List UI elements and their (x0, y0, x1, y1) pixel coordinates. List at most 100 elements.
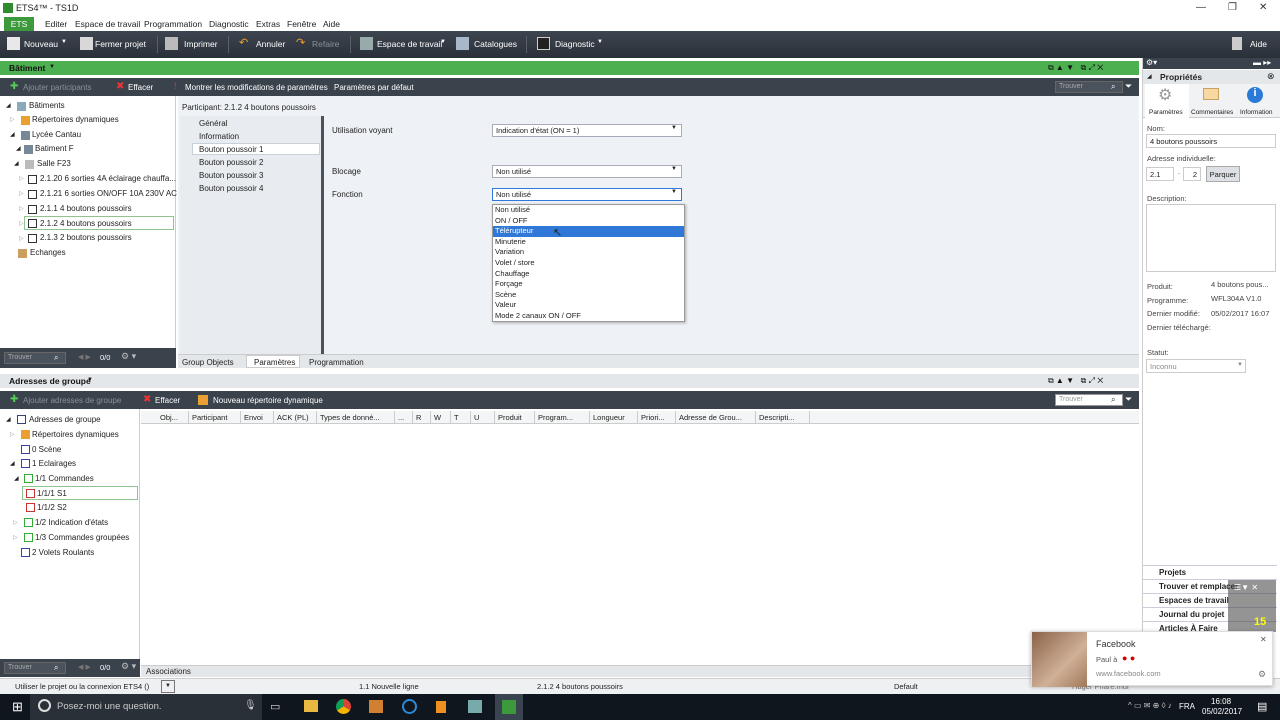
tab-parametres[interactable]: Paramètres (1149, 109, 1183, 116)
browser-icon[interactable] (402, 699, 417, 714)
diagnostic-button[interactable]: Diagnostic (555, 39, 595, 49)
settings-icon[interactable]: ⚙ ▾ (121, 351, 136, 362)
tree-item-batiment-f[interactable]: Batiment F (35, 144, 74, 153)
tree-item-commandes-groupees[interactable]: 1/3 Commandes groupées (35, 533, 129, 542)
option[interactable]: ON / OFF (493, 216, 684, 227)
park-button[interactable]: Parquer (1206, 166, 1240, 182)
tray-icons[interactable]: ^ ▭ ✉ ⊕ ◊ ♪ (1128, 701, 1172, 710)
close-icon[interactable]: ⊗ (1267, 71, 1275, 82)
col-r[interactable]: R (413, 411, 431, 423)
diagnostic-dropdown-icon[interactable]: ▼ (597, 39, 603, 45)
tree-item-commandes[interactable]: 1/1 Commandes (35, 474, 94, 483)
menu-extras[interactable]: Extras (256, 19, 280, 29)
tree-item-salle[interactable]: Salle F23 (37, 159, 71, 168)
ets-menu[interactable]: ETS (4, 17, 34, 31)
task-view-icon[interactable]: ▭ (270, 700, 280, 713)
col-priorite[interactable]: Priori... (638, 411, 676, 423)
new-dynamic-dir-button[interactable]: Nouveau répertoire dynamique (213, 396, 323, 405)
settings-icon[interactable]: ⚙ ▾ (121, 661, 136, 672)
batiment-dropdown-icon[interactable]: ▼ (49, 64, 55, 70)
add-group-address-button[interactable]: Ajouter adresses de groupe (23, 396, 121, 405)
tree-item-echanges[interactable]: Echanges (30, 248, 66, 257)
option-highlighted[interactable]: Télérupteur (493, 226, 684, 237)
tree-item-volets[interactable]: 2 Volets Roulants (32, 548, 94, 557)
tree-item-device-selected[interactable]: 2.1.2 4 boutons poussoirs (40, 219, 132, 228)
group-search-input[interactable]: Trouver ⌕ (4, 662, 66, 674)
tree-item-device[interactable]: 2.1.1 4 boutons poussoirs (40, 204, 132, 213)
tree-item-dynamic-dirs[interactable]: Répertoires dynamiques (32, 430, 119, 439)
panel-controls[interactable]: ⧉ ▲ ▼ ⧉ ⤢ ✕ (1048, 376, 1103, 386)
language-indicator[interactable]: FRA (1179, 702, 1195, 711)
tree-item-indication[interactable]: 1/2 Indication d'états (35, 518, 108, 527)
filter-icon[interactable]: ⏷ (1125, 81, 1132, 92)
cortana-search[interactable]: Posez-moi une question. 🎙 (30, 694, 262, 720)
option[interactable]: Minuterie (493, 237, 684, 248)
delete-button[interactable]: Effacer (128, 83, 153, 92)
option[interactable]: Volet / store (493, 258, 684, 269)
redo-button[interactable]: Refaire (312, 39, 339, 49)
settings-icon[interactable]: ⚙▾ (1146, 58, 1157, 67)
tree-item-dynamic-dirs[interactable]: Répertoires dynamiques (32, 115, 119, 124)
nav-bouton-4[interactable]: Bouton poussoir 4 (199, 184, 264, 193)
minimize-icon[interactable]: — (1196, 2, 1206, 13)
accordion-projets[interactable]: Projets (1143, 565, 1277, 578)
search-input[interactable]: Trouver ⌕ (1055, 81, 1123, 93)
address-line-input[interactable]: 2.1 (1146, 167, 1174, 181)
close-project-button[interactable]: Fermer projet (95, 39, 146, 49)
option[interactable]: Forçage (493, 279, 684, 290)
show-modifications-button[interactable]: Montrer les modifications de paramètres (185, 83, 328, 92)
nav-bouton-3[interactable]: Bouton poussoir 3 (199, 171, 264, 180)
option[interactable]: Chauffage (493, 269, 684, 280)
col-ellipsis[interactable]: ... (395, 411, 413, 423)
col-program[interactable]: Program... (535, 411, 590, 423)
new-button[interactable]: Nouveau (24, 39, 58, 49)
nav-arrows-icon[interactable]: ◀ ▶ (78, 663, 91, 671)
close-icon[interactable]: ✕ (1259, 2, 1267, 13)
delete-button[interactable]: Effacer (155, 396, 180, 405)
overlay-controls-icon[interactable]: ☰▼ ✕ (1234, 583, 1258, 592)
tab-commentaires[interactable]: Commentaires (1191, 109, 1233, 116)
address-device-input[interactable]: 2 (1183, 167, 1201, 181)
menu-aide[interactable]: Aide (323, 19, 340, 29)
col-w[interactable]: W (431, 411, 451, 423)
nav-general[interactable]: Général (199, 119, 227, 128)
groups-title[interactable]: Adresses de groupe (9, 376, 91, 386)
tree-item-groups-root[interactable]: Adresses de groupe (29, 415, 101, 424)
name-input[interactable]: 4 boutons poussoirs (1146, 134, 1276, 148)
fonction-select[interactable]: Non utilisé ▼ (492, 188, 682, 201)
option[interactable]: Variation (493, 247, 684, 258)
workspace-dropdown-icon[interactable]: ▼ (440, 39, 446, 45)
tree-item-device[interactable]: 2.1.20 6 sorties 4A éclairage chauffa... (40, 174, 176, 183)
tree-item-batiments[interactable]: Bâtiments (29, 101, 65, 110)
col-longueur[interactable]: Longueur (590, 411, 638, 423)
splitter[interactable] (321, 116, 324, 354)
facebook-notification[interactable]: Facebook Paul à ● ● www.facebook.com ✕ ⚙ (1031, 631, 1273, 687)
option[interactable]: Valeur (493, 300, 684, 311)
col-obj[interactable]: Obj... (157, 411, 189, 423)
ets-taskbar-button[interactable] (495, 694, 523, 720)
blocage-select[interactable]: Non utilisé ▼ (492, 165, 682, 178)
new-dropdown-icon[interactable]: ▼ (61, 39, 67, 45)
col-envoi[interactable]: Envoi (241, 411, 274, 423)
app-icon[interactable] (468, 700, 482, 713)
statut-select[interactable]: Inconnu ▼ (1146, 359, 1246, 373)
col-u[interactable]: U (471, 411, 495, 423)
option[interactable]: Mode 2 canaux ON / OFF (493, 311, 684, 322)
workspace-button[interactable]: Espace de travail (377, 39, 442, 49)
menu-diagnostic[interactable]: Diagnostic (209, 19, 249, 29)
tree-item-s2[interactable]: 1/1/2 S2 (37, 503, 67, 512)
groups-dropdown-icon[interactable]: ▼ (87, 377, 93, 383)
menu-espace-de-travail[interactable]: Espace de travail (75, 19, 140, 29)
clock-date[interactable]: 05/02/2017 (1202, 707, 1242, 716)
add-participants-button[interactable]: Ajouter participants (23, 83, 91, 92)
tree-item-device[interactable]: 2.1.3 2 boutons poussoirs (40, 233, 132, 242)
tab-information[interactable]: Information (1240, 109, 1273, 116)
tree-item-eclairages[interactable]: 1 Eclairages (32, 459, 76, 468)
tree-item-device[interactable]: 2.1.21 6 sorties ON/OFF 10A 230V AC (40, 189, 177, 198)
description-textarea[interactable] (1146, 204, 1276, 272)
nav-bouton-2[interactable]: Bouton poussoir 2 (199, 158, 264, 167)
tab-parametres[interactable]: Paramètres (254, 358, 295, 367)
tree-search-input[interactable]: Trouver ⌕ (4, 352, 66, 364)
col-types[interactable]: Types de donné... (317, 411, 395, 423)
media-app-icon[interactable] (369, 700, 383, 713)
